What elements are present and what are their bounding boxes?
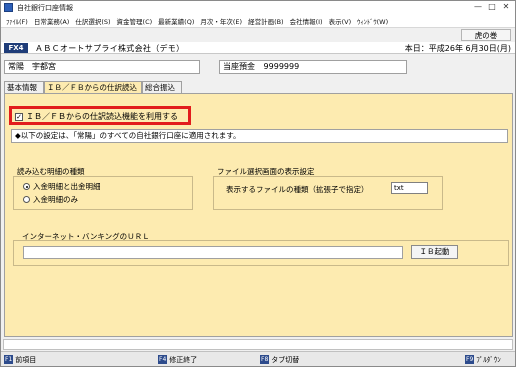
menu-bar: ﾌｧｲﾙ(F) 日常業務(A) 仕訳選択(S) 資金管理(C) 最新業績(Q) …: [1, 14, 515, 28]
menu-latest-results[interactable]: 最新業績(Q): [155, 16, 197, 26]
radio-in-out-row[interactable]: 入金明細と出金明細: [23, 181, 101, 192]
fkey-f4-label: 修正終了: [169, 355, 198, 364]
company-name: ＡＢＣオートサプライ株式会社（デモ）: [35, 44, 185, 53]
fkey-f4[interactable]: F4 修正終了: [158, 354, 197, 365]
notice-text: ◆以下の設定は、「常陽」のすべての自社銀行口座に適用されます。: [11, 129, 508, 143]
file-ext-label: 表示するファイルの種類（拡張子で指定）: [226, 185, 369, 194]
fkey-f1-label: 前項目: [15, 355, 37, 364]
use-import-label: ＩＢ／ＦＢからの仕訳読込機能を利用する: [26, 112, 178, 121]
menu-view[interactable]: 表示(V): [326, 16, 355, 26]
app-icon: [4, 3, 13, 12]
balance-label: 当座預金: [223, 62, 255, 71]
use-import-checkbox[interactable]: ✓: [15, 112, 23, 121]
tab-bar: 基本情報 ＩＢ／ＦＢからの仕訳読込 総合振込: [1, 81, 515, 93]
bank-account-name: 常陽 宇都宮: [4, 60, 200, 74]
fkey-f1[interactable]: F1 前項目: [4, 354, 36, 365]
radio-in-only-label: 入金明細のみ: [33, 195, 78, 204]
today-date: 本日：平成26年 6月30日(月): [404, 44, 511, 53]
close-icon[interactable]: ✕: [499, 1, 513, 13]
product-badge: FX4: [4, 43, 28, 53]
menu-journal-select[interactable]: 仕訳選択(S): [72, 16, 113, 26]
radio-in-only[interactable]: [23, 196, 30, 203]
window-controls: — □ ✕: [471, 1, 513, 13]
f4-key-icon: F4: [158, 355, 168, 364]
maximize-icon[interactable]: □: [485, 1, 499, 13]
minimize-icon[interactable]: —: [471, 1, 485, 13]
ib-launch-button[interactable]: ＩＢ起動: [411, 245, 458, 259]
tips-button[interactable]: 虎の巻: [461, 29, 511, 41]
tab-bulk-transfer[interactable]: 総合振込: [142, 81, 182, 93]
fkey-f8[interactable]: F8 タブ切替: [260, 354, 299, 365]
menu-funds[interactable]: 資金管理(C): [114, 16, 156, 26]
use-import-checkbox-row[interactable]: ✓ ＩＢ／ＦＢからの仕訳読込機能を利用する: [15, 111, 178, 122]
radio-in-out[interactable]: [23, 183, 30, 190]
balance-value: 9999999: [263, 62, 300, 71]
f8-key-icon: F8: [260, 355, 270, 364]
fkey-f9-label: ﾌﾟﾙﾀﾞｳﾝ: [476, 355, 501, 364]
menu-monthly-yearly[interactable]: 月次・年次(E): [197, 16, 245, 26]
fkey-f8-label: タブ切替: [271, 355, 300, 364]
f1-key-icon: F1: [4, 355, 14, 364]
window-title: 自社銀行口座情報: [17, 3, 73, 12]
account-balance: 当座預金 9999999: [219, 60, 407, 74]
status-bar: [3, 339, 513, 350]
function-key-bar: F1 前項目 F4 修正終了 F8 タブ切替 F9 ﾌﾟﾙﾀﾞｳﾝ: [1, 351, 515, 366]
f9-key-icon: F9: [465, 355, 475, 364]
menu-file[interactable]: ﾌｧｲﾙ(F): [3, 16, 31, 26]
title-bar: 自社銀行口座情報 — □ ✕: [1, 1, 515, 14]
menu-window[interactable]: ｳｨﾝﾄﾞｳ(W): [354, 16, 391, 26]
ib-url-input[interactable]: [23, 246, 403, 259]
menu-daily-work[interactable]: 日常業務(A): [31, 16, 73, 26]
radio-in-only-row[interactable]: 入金明細のみ: [23, 194, 78, 205]
highlight-frame: ✓ ＩＢ／ＦＢからの仕訳読込機能を利用する: [9, 106, 191, 125]
menu-plan[interactable]: 経営計画(B): [245, 16, 287, 26]
fkey-f9[interactable]: F9 ﾌﾟﾙﾀﾞｳﾝ: [465, 354, 501, 365]
tab-basic-info[interactable]: 基本情報: [4, 81, 44, 93]
tab-ib-fb-import[interactable]: ＩＢ／ＦＢからの仕訳読込: [44, 81, 142, 93]
radio-in-out-label: 入金明細と出金明細: [33, 182, 101, 191]
ib-fb-import-panel: ✓ ＩＢ／ＦＢからの仕訳読込機能を利用する ◆以下の設定は、「常陽」のすべての自…: [4, 93, 513, 337]
file-ext-input[interactable]: txt: [391, 182, 428, 194]
app-window: 自社銀行口座情報 — □ ✕ ﾌｧｲﾙ(F) 日常業務(A) 仕訳選択(S) 資…: [0, 0, 516, 367]
menu-company-info[interactable]: 会社情報(I): [287, 16, 326, 26]
company-bar: FX4 ＡＢＣオートサプライ株式会社（デモ） 本日：平成26年 6月30日(月): [1, 42, 515, 54]
